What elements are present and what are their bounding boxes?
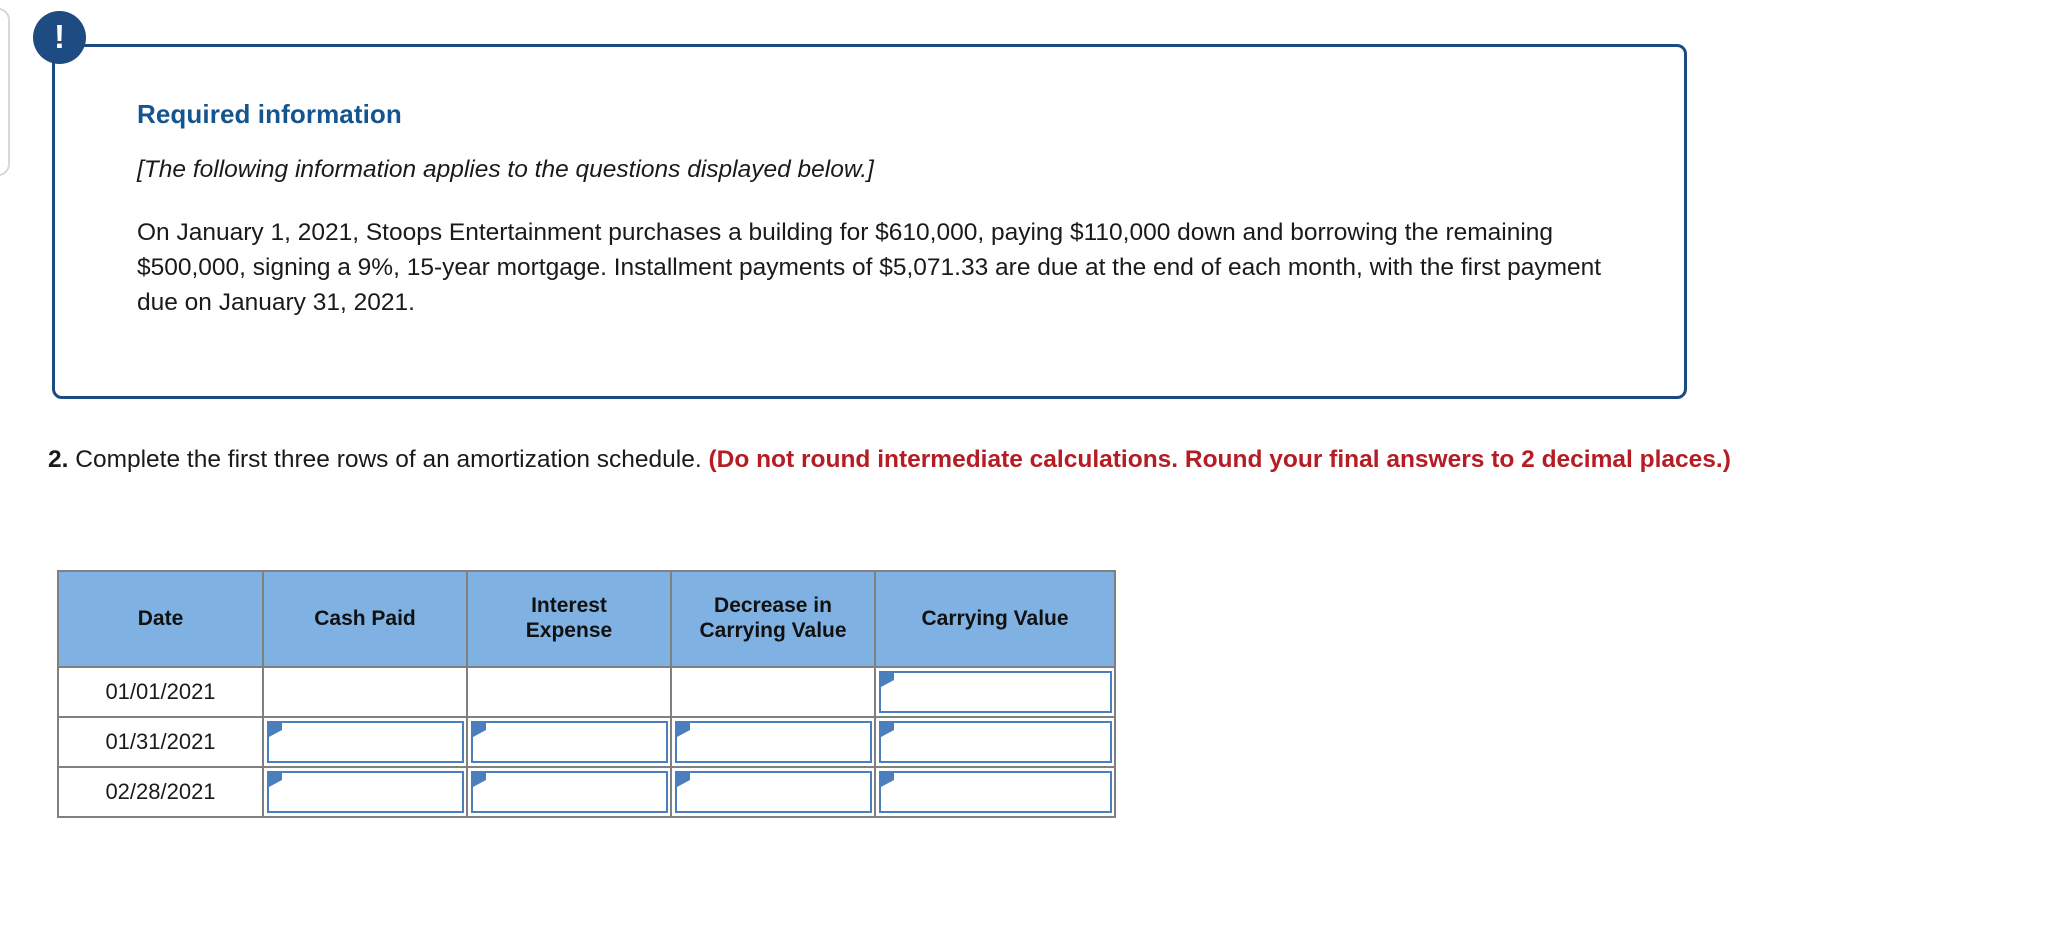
- input-corner-flag-icon: [677, 773, 690, 787]
- input-corner-flag-icon: [881, 723, 894, 737]
- cell-decrease-in-carrying-value: [670, 666, 876, 718]
- cell-interest-expense[interactable]: [466, 716, 672, 768]
- input-decrease-in-carrying-value[interactable]: [675, 721, 872, 763]
- column-header-interest-expense: Interest Expense: [466, 570, 672, 668]
- input-interest-expense[interactable]: [471, 771, 668, 813]
- input-corner-flag-icon: [473, 773, 486, 787]
- column-header-date-line1: Date: [137, 606, 184, 630]
- page-root: Required information [The following info…: [0, 0, 2064, 944]
- cell-carrying-value[interactable]: [874, 766, 1116, 818]
- input-interest-expense[interactable]: [471, 721, 668, 763]
- input-cash-paid[interactable]: [267, 771, 464, 813]
- left-edge-panel: [0, 8, 10, 176]
- input-carrying-value[interactable]: [879, 771, 1112, 813]
- column-header-decrease-line2: Carrying Value: [699, 619, 847, 642]
- column-header-carrying-value-line1: Carrying Value: [921, 606, 1069, 630]
- exclamation-icon: !: [33, 11, 86, 64]
- callout-title: Required information: [137, 99, 402, 129]
- cell-date: 01/01/2021: [57, 666, 264, 718]
- column-header-decrease-in-carrying-value: Decrease in Carrying Value: [670, 570, 876, 668]
- callout-paragraph: On January 1, 2021, Stoops Entertainment…: [137, 219, 1602, 316]
- input-corner-flag-icon: [881, 673, 894, 687]
- question-text: Complete the first three rows of an amor…: [68, 446, 709, 473]
- cell-decrease-in-carrying-value[interactable]: [670, 766, 876, 818]
- cell-decrease-in-carrying-value[interactable]: [670, 716, 876, 768]
- question-instruction: (Do not round intermediate calculations.…: [708, 446, 1731, 473]
- exclamation-icon-glyph: !: [54, 18, 65, 55]
- cell-cash-paid[interactable]: [262, 716, 468, 768]
- column-header-cash-paid: Cash Paid: [262, 570, 468, 668]
- input-corner-flag-icon: [473, 723, 486, 737]
- question-number: 2.: [48, 446, 69, 473]
- cell-date: 02/28/2021: [57, 766, 264, 818]
- input-corner-flag-icon: [677, 723, 690, 737]
- column-header-interest-expense-line2: Expense: [525, 619, 613, 642]
- cell-interest-expense[interactable]: [466, 766, 672, 818]
- table-row: 01/01/2021: [57, 666, 1116, 718]
- required-information-callout: Required information [The following info…: [52, 44, 1687, 399]
- question-2: 2. Complete the first three rows of an a…: [48, 443, 2008, 478]
- cell-date: 01/31/2021: [57, 716, 264, 768]
- table-header-row: Date Cash Paid Interest Expense Decrease…: [57, 570, 1116, 668]
- cell-cash-paid[interactable]: [262, 766, 468, 818]
- column-header-date: Date: [57, 570, 264, 668]
- amortization-schedule-table: Date Cash Paid Interest Expense Decrease…: [57, 570, 1116, 818]
- column-header-interest-expense-line1: Interest: [531, 594, 607, 618]
- input-carrying-value[interactable]: [879, 721, 1112, 763]
- cell-interest-expense: [466, 666, 672, 718]
- input-cash-paid[interactable]: [267, 721, 464, 763]
- cell-cash-paid: [262, 666, 468, 718]
- callout-italic-note: [The following information applies to th…: [137, 156, 874, 183]
- column-header-carrying-value: Carrying Value: [874, 570, 1116, 668]
- cell-carrying-value[interactable]: [874, 666, 1116, 718]
- column-header-decrease-line1: Decrease in: [714, 594, 832, 618]
- cell-carrying-value[interactable]: [874, 716, 1116, 768]
- input-decrease-in-carrying-value[interactable]: [675, 771, 872, 813]
- input-corner-flag-icon: [881, 773, 894, 787]
- input-carrying-value[interactable]: [879, 671, 1112, 713]
- callout-body: Required information [The following info…: [137, 99, 1647, 320]
- table-row: 01/31/2021: [57, 716, 1116, 768]
- table-row: 02/28/2021: [57, 766, 1116, 818]
- input-corner-flag-icon: [269, 723, 282, 737]
- column-header-cash-paid-line1: Cash Paid: [314, 606, 416, 630]
- input-corner-flag-icon: [269, 773, 282, 787]
